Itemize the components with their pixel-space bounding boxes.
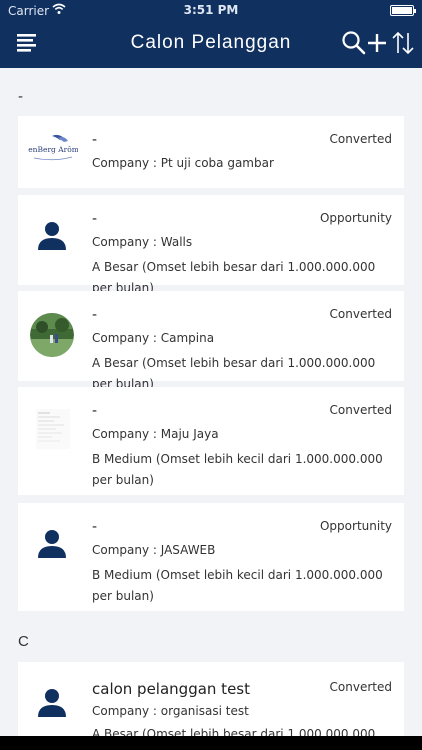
section-header: C xyxy=(18,633,29,650)
customer-company: Company : Walls xyxy=(92,235,193,249)
customer-segment: B Medium (Omset lebih kecil dari 1.000.0… xyxy=(92,452,383,487)
customer-card[interactable]: - Converted Company : Campina A Besar (O… xyxy=(18,291,404,391)
customer-name: - xyxy=(92,132,98,148)
status-badge: Converted xyxy=(329,680,392,694)
customer-company: Company : JASAWEB xyxy=(92,543,216,557)
customer-name: - xyxy=(92,211,98,227)
section-header: - xyxy=(18,88,23,105)
person-icon xyxy=(38,689,66,717)
status-badge: Converted xyxy=(329,403,392,417)
battery-icon xyxy=(390,5,416,16)
sort-icon[interactable] xyxy=(389,29,417,57)
customer-name: - xyxy=(92,307,98,323)
navbar: Calon Pelanggan xyxy=(0,22,422,68)
company-logo: BenBerg Arôme xyxy=(28,132,78,172)
customer-card[interactable]: - Opportunity Company : Walls A Besar (O… xyxy=(18,195,404,295)
customer-name: - xyxy=(92,519,98,535)
status-badge: Opportunity xyxy=(319,519,392,533)
status-bar: Carrier 3:51 PM xyxy=(0,0,422,22)
svg-text:BenBerg Arôme: BenBerg Arôme xyxy=(28,145,78,154)
customer-list[interactable]: - BenBerg Arôme - Converted Company : Pt… xyxy=(0,68,422,750)
customer-name: calon pelanggan test xyxy=(92,680,250,698)
customer-company: Company : Campina xyxy=(92,331,215,345)
person-icon xyxy=(38,530,66,558)
person-icon xyxy=(38,222,66,250)
status-badge: Opportunity xyxy=(319,211,392,225)
status-badge: Converted xyxy=(329,132,392,146)
customer-card[interactable]: - Opportunity Company : JASAWEB B Medium… xyxy=(18,503,404,611)
customer-card[interactable]: - Converted Company : Maju Jaya B Medium… xyxy=(18,387,404,495)
customer-company: Company : organisasi test xyxy=(92,704,249,718)
add-icon[interactable] xyxy=(363,29,391,57)
photo-image xyxy=(30,313,74,357)
clock: 3:51 PM xyxy=(183,3,239,17)
home-indicator-bar xyxy=(0,736,422,750)
customer-name: - xyxy=(92,403,98,419)
customer-card[interactable]: BenBerg Arôme - Converted Company : Pt u… xyxy=(18,116,404,188)
app-header: Carrier 3:51 PM Calon Pelanggan xyxy=(0,0,422,68)
customer-segment: B Medium (Omset lebih kecil dari 1.000.0… xyxy=(92,568,383,603)
customer-company: Company : Pt uji coba gambar xyxy=(92,156,274,170)
customer-company: Company : Maju Jaya xyxy=(92,427,219,441)
status-badge: Converted xyxy=(329,307,392,321)
document-thumbnail xyxy=(36,409,70,449)
logo-image: BenBerg Arôme xyxy=(28,134,78,161)
